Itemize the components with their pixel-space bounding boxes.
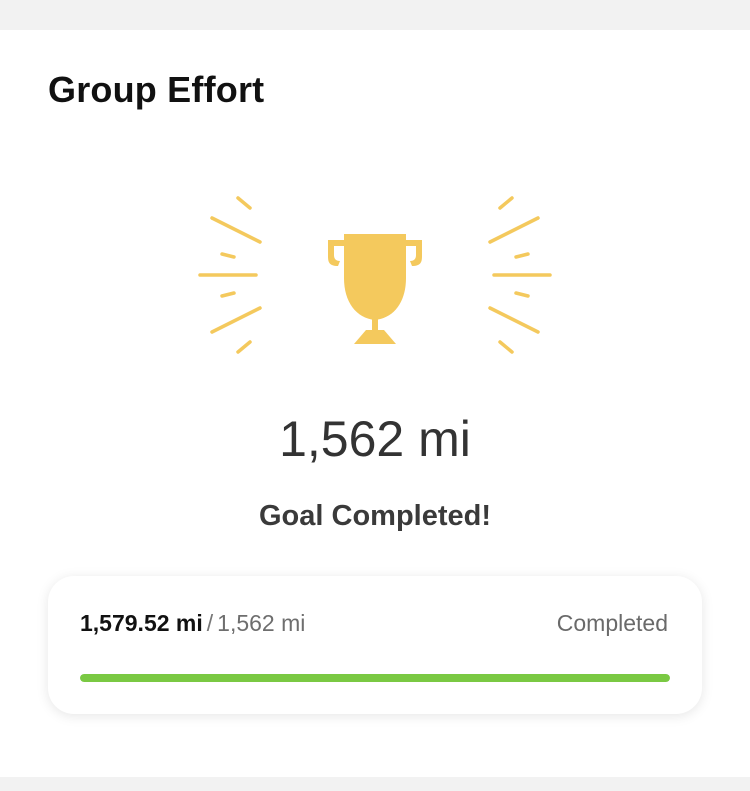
trophy-cup [328,234,422,344]
goal-status: Goal Completed! [258,500,491,532]
progress-summary: 1,579.52 mi/1,562 mi [80,610,305,637]
left-burst-rays [198,196,262,354]
progress-bar [80,674,670,682]
progress-panel: 1,579.52 mi/1,562 mi Completed [48,576,702,714]
progress-bar-fill [80,674,670,682]
progress-separator: / [206,610,214,636]
card-title: Group Effort [48,69,265,110]
trophy-icon [198,196,552,354]
progress-target: 1,562 mi [217,610,306,636]
progress-current: 1,579.52 mi [80,610,203,636]
progress-status: Completed [556,610,668,636]
right-burst-rays [488,196,552,354]
group-effort-card: Group Effort 1,562 mi Goal Completed! 1,… [0,30,750,777]
goal-value: 1,562 mi [279,411,471,467]
